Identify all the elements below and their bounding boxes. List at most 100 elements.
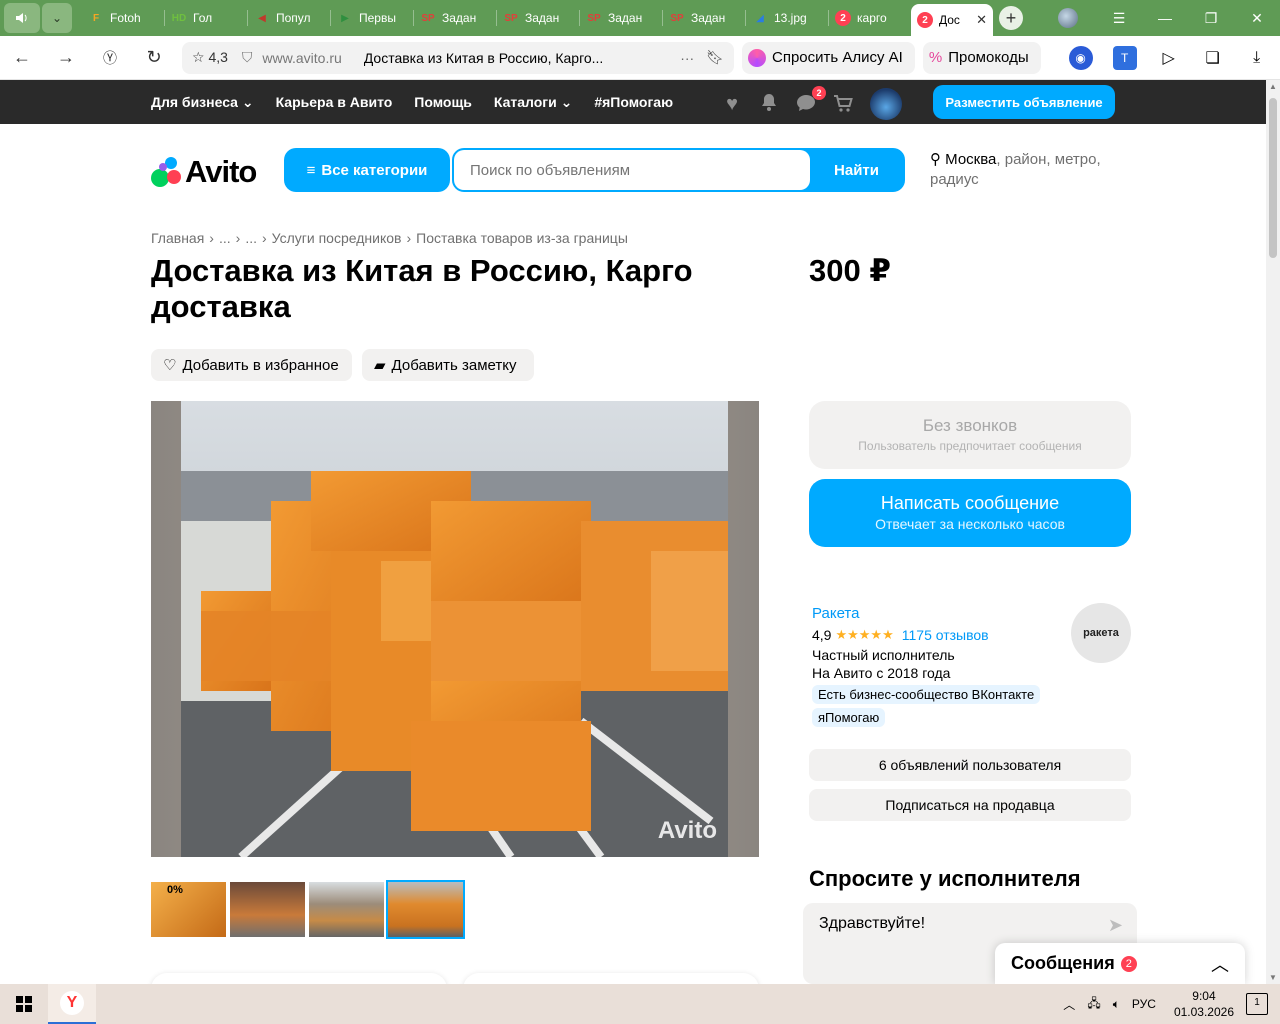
forward-button[interactable]: →: [44, 47, 88, 68]
thumbnail-4-selected[interactable]: [386, 880, 465, 939]
search-find-button[interactable]: Найти: [810, 150, 903, 190]
more-icon[interactable]: ···: [680, 50, 694, 66]
ask-alice-button[interactable]: Спросить Алису AI: [742, 41, 915, 74]
scroll-down-arrow-icon[interactable]: ▼: [1266, 973, 1280, 982]
messages-popup[interactable]: Сообщения 2 ︿: [995, 943, 1245, 984]
media-play-icon[interactable]: ▷: [1157, 46, 1181, 70]
new-tab-button[interactable]: +: [999, 6, 1023, 30]
seller-logo[interactable]: ракета: [1071, 603, 1131, 663]
nav-career[interactable]: Карьера в Авито: [276, 94, 393, 110]
scroll-up-arrow-icon[interactable]: ▲: [1266, 82, 1280, 91]
scrollbar-thumb[interactable]: [1269, 98, 1277, 258]
tab-favicon-icon: ◀: [258, 12, 266, 24]
page-scrollbar[interactable]: ▲ ▼: [1266, 80, 1280, 984]
seller-tag-yapomogayu[interactable]: яПомогаю: [812, 708, 886, 727]
back-button[interactable]: ←: [0, 47, 44, 68]
minimize-button[interactable]: —: [1142, 10, 1188, 26]
post-ad-button[interactable]: Разместить объявление: [933, 85, 1115, 119]
breadcrumb-intermediary-services[interactable]: Услуги посредников: [272, 230, 402, 246]
nav-help[interactable]: Помощь: [414, 94, 472, 110]
windows-start-icon[interactable]: [0, 984, 48, 1024]
tab-favicon-icon: ◢: [756, 12, 764, 24]
tray-language[interactable]: РУС: [1132, 997, 1156, 1011]
collections-icon[interactable]: ❏: [1201, 46, 1225, 70]
thumbnail-2[interactable]: [230, 882, 305, 937]
translate-extension-icon[interactable]: T: [1112, 45, 1137, 70]
close-window-button[interactable]: ✕: [1234, 10, 1280, 27]
site-top-nav: Для бизнеса ⌄ Карьера в Авито Помощь Кат…: [0, 80, 1266, 124]
write-message-label: Написать сообщение: [880, 493, 1060, 513]
restore-button[interactable]: ❐: [1188, 10, 1234, 27]
promocodes-button[interactable]: % Промокоды: [922, 41, 1041, 74]
thumbnail-1[interactable]: 0%: [151, 882, 226, 937]
messages-icon[interactable]: 2: [794, 86, 826, 116]
breadcrumb-ellipsis-1[interactable]: ...: [219, 230, 231, 246]
listing-price: 300 ₽: [809, 253, 891, 288]
url-field[interactable]: ☆ 4,3 ⛉ www.avito.ru Доставка из Китая в…: [182, 41, 734, 74]
tab-active[interactable]: 2 Дос ✕: [911, 4, 993, 36]
ask-message-text[interactable]: Здравствуйте!: [819, 915, 925, 933]
shield-icon[interactable]: ⛉: [242, 49, 253, 66]
nav-catalogs[interactable]: Каталоги ⌄: [494, 94, 572, 111]
no-calls-label: Без звонков: [922, 416, 1018, 435]
download-icon[interactable]: ⤓: [1245, 46, 1269, 70]
nav-yapomogayu[interactable]: #яПомогаю: [594, 94, 673, 110]
add-note-button[interactable]: ▰ Добавить заметку: [362, 349, 534, 381]
tab[interactable]: F Fotoh: [82, 3, 164, 33]
sound-icon[interactable]: [4, 3, 40, 33]
tab[interactable]: ◢ 13.jpg: [746, 3, 828, 33]
search-input[interactable]: [454, 150, 810, 190]
tab-favicon-icon: ▶: [341, 12, 349, 24]
profile-avatar[interactable]: [1058, 8, 1078, 28]
subscribe-seller-button[interactable]: Подписаться на продавца: [809, 789, 1131, 821]
tray-clock[interactable]: 9:04 01.03.2026: [1174, 988, 1234, 1020]
menu-icon[interactable]: ☰: [1096, 10, 1142, 27]
vpn-extension-icon[interactable]: ◉: [1068, 45, 1093, 70]
breadcrumb-ellipsis-2[interactable]: ...: [245, 230, 257, 246]
tray-network-icon[interactable]: 🖧︎: [1087, 994, 1100, 1015]
send-icon[interactable]: ➤: [1108, 915, 1123, 936]
user-avatar[interactable]: [870, 88, 902, 120]
tab[interactable]: SP Задан: [414, 3, 496, 33]
add-to-favorites-button[interactable]: ♡ Добавить в избранное: [151, 349, 352, 381]
nav-business[interactable]: Для бизнеса ⌄: [151, 94, 254, 111]
tab[interactable]: SP Задан: [580, 3, 662, 33]
seller-ads-button[interactable]: 6 объявлений пользователя: [809, 749, 1131, 781]
no-calls-button[interactable]: Без звонков Пользователь предпочитает со…: [809, 401, 1131, 469]
yandex-browser-taskbar-icon[interactable]: Y: [48, 984, 96, 1024]
avito-logo[interactable]: Avito: [151, 154, 257, 190]
tray-chevron-up-icon[interactable]: ︿: [1063, 996, 1075, 1013]
tray-volume-icon[interactable]: 🔈︎: [1113, 997, 1120, 1012]
notifications-bell-icon[interactable]: [757, 92, 781, 116]
cart-icon[interactable]: [831, 92, 855, 116]
seller-reviews-link[interactable]: 1175 отзывов: [902, 627, 989, 643]
tab[interactable]: 2 карго: [829, 3, 911, 33]
alice-icon: [748, 48, 766, 67]
thumbnail-3[interactable]: [309, 882, 384, 937]
breadcrumb-main[interactable]: Главная: [151, 230, 204, 246]
tab[interactable]: SP Задан: [663, 3, 745, 33]
breadcrumb-import-delivery[interactable]: Поставка товаров из-за границы: [416, 230, 628, 246]
tab[interactable]: HD Гол: [165, 3, 247, 33]
listing-title: Доставка из Китая в Россию, Карго достав…: [151, 253, 693, 324]
tab[interactable]: ◀ Попул: [248, 3, 330, 33]
write-message-button[interactable]: Написать сообщение Отвечает за несколько…: [809, 479, 1131, 547]
yandex-icon[interactable]: Ⓨ: [88, 48, 132, 68]
chevron-up-icon[interactable]: ︿: [1211, 951, 1229, 977]
photo-gallery[interactable]: Avito: [151, 401, 759, 857]
tab[interactable]: SP Задан: [497, 3, 579, 33]
bookmark-icon[interactable]: 🔖︎: [706, 49, 724, 66]
notifications-icon[interactable]: 1: [1246, 993, 1268, 1015]
site-rating[interactable]: ☆ 4,3: [192, 49, 228, 66]
location-selector[interactable]: ⚲ Москва, район, метро, радиус: [930, 150, 1120, 190]
tab-label: Задан: [608, 11, 643, 25]
seller-tag-vk-community[interactable]: Есть бизнес-сообщество ВКонтакте: [812, 685, 1041, 704]
reload-button[interactable]: ↻: [132, 47, 176, 68]
tab-close-icon[interactable]: ✕: [976, 12, 987, 28]
tab-label: Попул: [276, 11, 311, 25]
favorites-icon[interactable]: ♥: [720, 92, 744, 116]
tabs-dropdown-icon[interactable]: ⌄: [42, 3, 72, 33]
tab[interactable]: ▶ Первы: [331, 3, 413, 33]
all-categories-button[interactable]: ≡ Все категории: [284, 148, 450, 192]
avito-watermark: Avito: [657, 817, 717, 844]
